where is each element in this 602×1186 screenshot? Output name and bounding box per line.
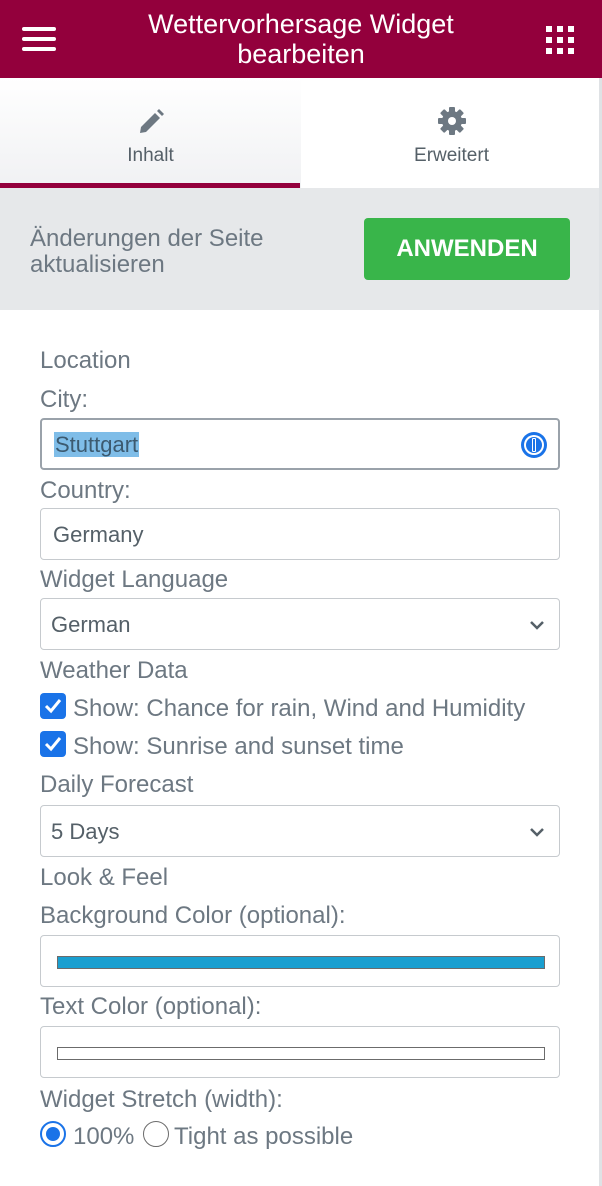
- apply-message: Änderungen der Seite aktualisieren: [30, 225, 264, 278]
- background-color-label: Background Color (optional):: [40, 902, 346, 929]
- checkmark-icon: [44, 737, 62, 752]
- apply-changes-bar: Änderungen der Seite aktualisieren ANWEN…: [0, 188, 602, 310]
- stretch-100-label: 100%: [73, 1123, 135, 1150]
- language-select[interactable]: German: [40, 598, 560, 650]
- look-feel-heading: Look & Feel: [40, 864, 169, 891]
- tab-advanced[interactable]: Erweitert: [301, 78, 602, 188]
- checkmark-icon: [44, 699, 62, 714]
- gear-icon: [437, 107, 466, 135]
- sunrise-sunset-label: Show: Sunrise and sunset time: [73, 733, 404, 760]
- city-value: Stuttgart: [54, 432, 140, 457]
- language-value: German: [51, 612, 131, 637]
- tab-content-label: Inhalt: [127, 145, 174, 166]
- stretch-100-radio[interactable]: [40, 1121, 66, 1147]
- city-input[interactable]: Stuttgart: [40, 418, 560, 470]
- country-label: Country:: [40, 477, 131, 504]
- chevron-down-icon: [530, 828, 544, 837]
- tab-content[interactable]: Inhalt: [0, 78, 301, 188]
- grid-apps-icon[interactable]: [546, 26, 574, 54]
- text-color-swatch: [57, 1047, 545, 1060]
- editor-header: Wettervorhersage Widget bearbeiten: [0, 0, 602, 78]
- background-color-picker[interactable]: [40, 935, 560, 987]
- city-label: City:: [40, 386, 88, 413]
- text-color-label: Text Color (optional):: [40, 993, 262, 1020]
- widget-stretch-label: Widget Stretch (width):: [40, 1086, 283, 1113]
- panel-tabs: Inhalt Erweitert: [0, 78, 602, 188]
- background-color-swatch: [57, 956, 545, 969]
- daily-forecast-value: 5 Days: [51, 819, 120, 844]
- stretch-tight-label: Tight as possible: [174, 1123, 354, 1150]
- hamburger-menu-icon[interactable]: [22, 25, 58, 53]
- tab-advanced-label: Erweitert: [414, 145, 489, 166]
- daily-forecast-label: Daily Forecast: [40, 771, 194, 798]
- chevron-down-icon: [530, 621, 544, 630]
- password-manager-icon[interactable]: [519, 430, 549, 460]
- pencil-icon: [139, 109, 164, 133]
- text-color-picker[interactable]: [40, 1026, 560, 1078]
- daily-forecast-select[interactable]: 5 Days: [40, 805, 560, 857]
- rain-wind-humidity-label: Show: Chance for rain, Wind and Humidity: [73, 695, 526, 722]
- panel-title: Wettervorhersage Widget bearbeiten: [148, 9, 454, 69]
- rain-wind-humidity-checkbox[interactable]: [40, 693, 66, 719]
- sunrise-sunset-checkbox[interactable]: [40, 731, 66, 757]
- weather-data-heading: Weather Data: [40, 657, 188, 684]
- location-heading: Location: [40, 347, 131, 374]
- stretch-tight-radio[interactable]: [143, 1121, 169, 1147]
- apply-button[interactable]: ANWENDEN: [364, 218, 570, 280]
- language-label: Widget Language: [40, 566, 229, 593]
- country-value: Germany: [53, 522, 144, 547]
- country-input[interactable]: Germany: [40, 508, 560, 560]
